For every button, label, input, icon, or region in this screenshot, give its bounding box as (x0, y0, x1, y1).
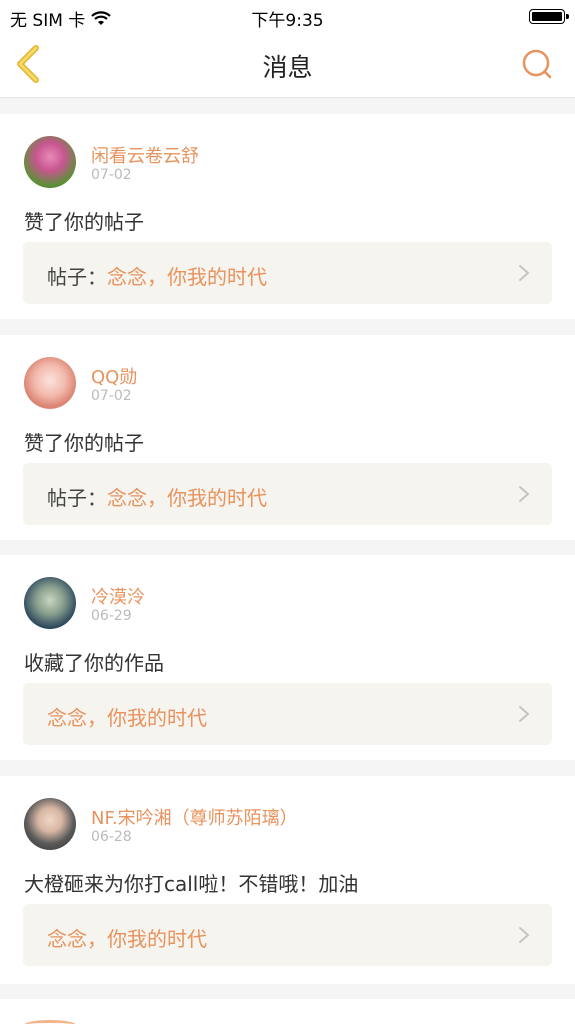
user-name[interactable]: NF.宋吟湘（尊师苏陌璃） (91, 804, 298, 830)
message-card[interactable]: NF.宋吟湘（尊师苏陌璃） 06-28 大橙砸来为你打call啦！不错哦！加油 … (0, 776, 575, 984)
work-reference-title: 念念，你我的时代 (47, 706, 207, 730)
chevron-right-icon (519, 265, 530, 281)
message-date: 07-02 (91, 167, 132, 183)
chevron-right-icon (519, 706, 530, 722)
message-text: 收藏了你的作品 (24, 651, 164, 675)
message-card[interactable]: QQ勋 07-02 赞了你的帖子 帖子：念念，你我的时代 (0, 335, 575, 540)
avatar[interactable] (24, 1020, 76, 1024)
avatar[interactable] (24, 357, 76, 409)
post-reference-title: 念念，你我的时代 (107, 486, 267, 510)
message-card[interactable]: 冷漠泠 06-29 收藏了你的作品 念念，你我的时代 (0, 555, 575, 760)
post-reference-prefix: 帖子： (47, 486, 107, 510)
post-reference-title: 念念，你我的时代 (107, 265, 267, 289)
user-name[interactable]: QQ勋 (91, 363, 137, 389)
message-date: 06-29 (91, 608, 132, 624)
work-reference[interactable]: 念念，你我的时代 (23, 904, 552, 966)
clock: 下午9:35 (251, 11, 324, 31)
work-reference-title: 念念，你我的时代 (47, 927, 207, 951)
message-card[interactable] (0, 999, 575, 1024)
status-bar: 无 SIM 卡 下午9:35 (0, 0, 575, 32)
work-reference-text: 念念，你我的时代 (47, 702, 207, 731)
message-text: 大橙砸来为你打call啦！不错哦！加油 (24, 872, 359, 896)
avatar[interactable] (24, 798, 76, 850)
post-reference[interactable]: 帖子：念念，你我的时代 (23, 463, 552, 525)
chevron-right-icon (519, 486, 530, 502)
search-icon[interactable] (519, 46, 555, 82)
avatar[interactable] (24, 136, 76, 188)
message-text: 赞了你的帖子 (24, 210, 144, 234)
post-reference-prefix: 帖子： (47, 265, 107, 289)
post-reference-text: 帖子：念念，你我的时代 (47, 261, 267, 290)
chevron-right-icon (519, 927, 530, 943)
work-reference-text: 念念，你我的时代 (47, 923, 207, 952)
message-date: 07-02 (91, 388, 132, 404)
message-text: 赞了你的帖子 (24, 431, 144, 455)
work-reference[interactable]: 念念，你我的时代 (23, 683, 552, 745)
message-date: 06-28 (91, 829, 132, 845)
post-reference-text: 帖子：念念，你我的时代 (47, 482, 267, 511)
avatar[interactable] (24, 577, 76, 629)
user-name[interactable]: 闲看云卷云舒 (91, 142, 199, 168)
page-title: 消息 (262, 53, 313, 82)
user-name[interactable]: 冷漠泠 (91, 583, 145, 609)
message-card[interactable]: 闲看云卷云舒 07-02 赞了你的帖子 帖子：念念，你我的时代 (0, 114, 575, 319)
nav-bar: 消息 (0, 32, 575, 98)
post-reference[interactable]: 帖子：念念，你我的时代 (23, 242, 552, 304)
battery-icon (529, 9, 569, 24)
